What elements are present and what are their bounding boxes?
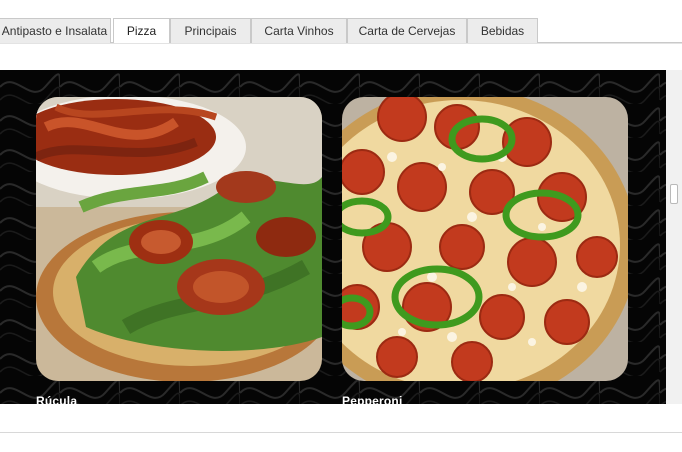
tab-antipasto-e-insalata[interactable]: Antipasto e Insalata bbox=[0, 18, 111, 43]
pizza-card-pepperoni[interactable] bbox=[342, 97, 628, 381]
pizza-rucula-photo bbox=[36, 97, 322, 381]
menu-tab-bar: Antipasto e Insalata Pizza Principais Ca… bbox=[0, 18, 682, 44]
pizza-pepperoni-photo bbox=[342, 97, 628, 381]
tab-pizza[interactable]: Pizza bbox=[113, 18, 170, 44]
pizza-gallery[interactable]: Rúcula Pepperoni bbox=[0, 70, 666, 404]
tab-bebidas[interactable]: Bebidas bbox=[467, 18, 538, 43]
tab-carta-vinhos[interactable]: Carta Vinhos bbox=[251, 18, 347, 43]
tab-principais[interactable]: Principais bbox=[170, 18, 251, 43]
bottom-divider bbox=[0, 432, 682, 433]
pizza-caption-rucula: Rúcula bbox=[36, 394, 78, 404]
scrollbar-thumb[interactable] bbox=[670, 184, 678, 204]
tab-carta-de-cervejas[interactable]: Carta de Cervejas bbox=[347, 18, 467, 43]
pizza-caption-pepperoni: Pepperoni bbox=[342, 394, 403, 404]
gallery-scrollbar[interactable] bbox=[666, 70, 682, 404]
content-divider bbox=[0, 43, 682, 44]
pizza-card-rucula[interactable] bbox=[36, 97, 322, 381]
gallery-footer-area bbox=[0, 404, 682, 452]
